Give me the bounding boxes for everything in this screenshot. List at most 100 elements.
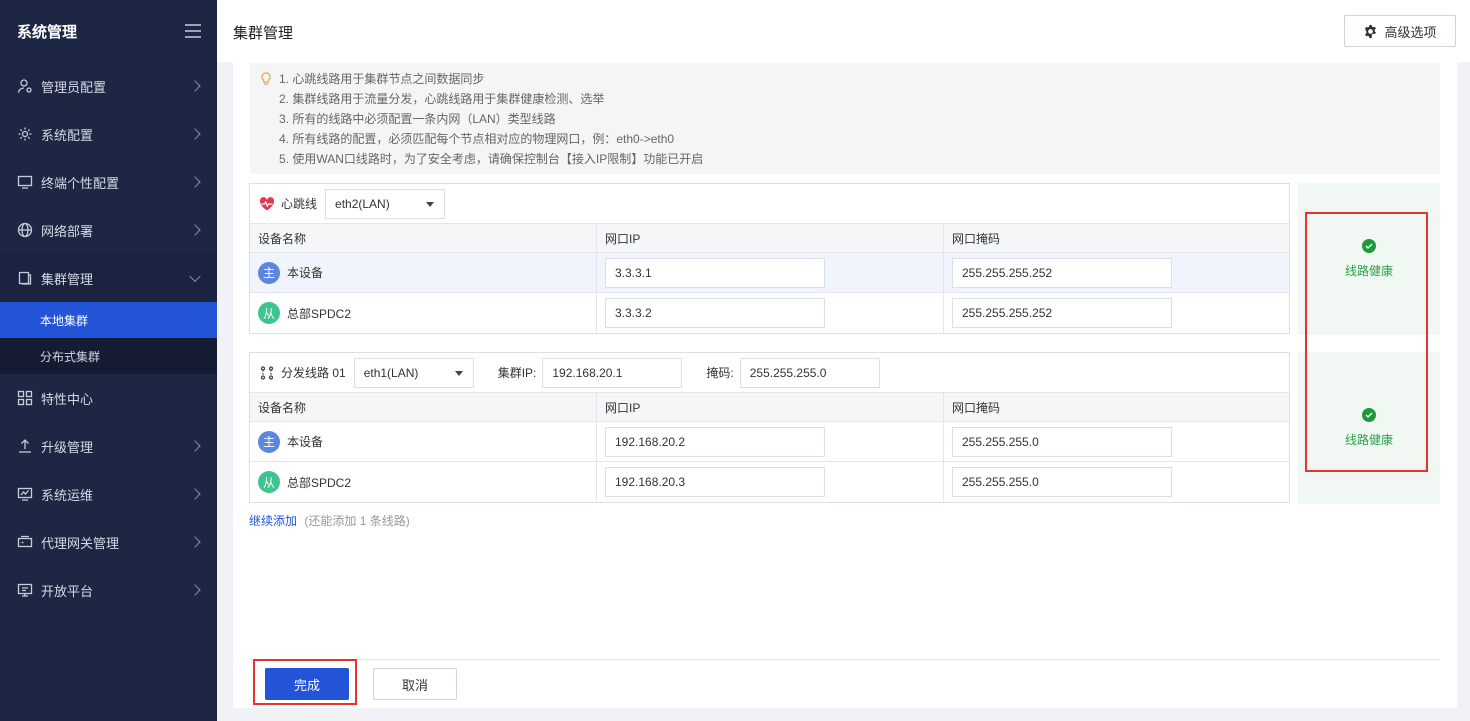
route-icon (260, 365, 274, 380)
cluster-icon (17, 270, 33, 286)
heartbeat-header: 心跳线 eth2(LAN) (250, 184, 1289, 224)
device-name: 总部SPDC2 (287, 475, 352, 490)
highlight-box (1305, 212, 1428, 472)
ip-cell: 3.3.3.1 (597, 253, 944, 292)
chevron-right-icon (189, 176, 201, 188)
ip-cell: 192.168.20.3 (597, 462, 944, 502)
column-header: 网口掩码 (952, 400, 1001, 415)
interface-mask-input[interactable]: 255.255.255.252 (952, 257, 1172, 288)
advanced-options-button[interactable]: 高级选项 (1344, 15, 1456, 47)
sidebar-subitem-distributed-cluster[interactable]: 分布式集群 (0, 338, 217, 374)
done-button[interactable]: 完成 (265, 668, 349, 700)
heartbeat-line-block: 心跳线 eth2(LAN) 设备名称 网口IP 网口掩码 主 本设备 3.3.3… (249, 183, 1290, 334)
mask-cell: 255.255.255.0 (944, 422, 1289, 461)
lightbulb-icon (261, 72, 271, 85)
sidebar-item-label: 集群管理 (41, 271, 94, 287)
interface-ip-input[interactable]: 3.3.3.1 (605, 257, 825, 288)
sidebar-item-terminal-config[interactable]: 终端个性配置 (0, 158, 217, 206)
device-name: 本设备 (287, 266, 324, 280)
sidebar-item-open-platform[interactable]: 开放平台 (0, 566, 217, 614)
sidebar-item-system-config[interactable]: 系统配置 (0, 110, 217, 158)
caret-down-icon (454, 370, 463, 376)
sidebar-item-upgrade[interactable]: 升级管理 (0, 422, 217, 470)
chart-monitor-icon (17, 486, 33, 502)
sidebar-item-ops[interactable]: 系统运维 (0, 470, 217, 518)
tip-item: 4. 所有线路的配置，必须匹配每个节点相对应的物理网口，例：eth0->eth0 (279, 132, 675, 146)
mask-cell: 255.255.255.0 (944, 462, 1289, 502)
heartbeat-icon (259, 196, 275, 210)
sidebar-item-label: 系统配置 (41, 127, 94, 143)
ip-cell: 3.3.3.2 (597, 293, 944, 333)
footer-divider (250, 659, 1440, 660)
user-admin-icon (17, 78, 33, 94)
add-more-row: 继续添加 (还能添加 1 条线路) (249, 512, 410, 529)
collapse-menu-icon[interactable] (185, 24, 201, 38)
chevron-right-icon (189, 80, 201, 92)
column-header: 网口掩码 (952, 231, 1001, 246)
interface-mask-input[interactable]: 255.255.255.0 (952, 467, 1172, 497)
cluster-ip-label: 集群IP: (497, 366, 537, 380)
chevron-right-icon (189, 488, 201, 500)
column-header: 网口IP (597, 393, 944, 421)
page-title: 集群管理 (233, 25, 294, 42)
table-row: 从 总部SPDC2 192.168.20.3 255.255.255.0 (250, 462, 1289, 502)
column-header: 网口IP (597, 224, 944, 252)
ip-cell: 192.168.20.2 (597, 422, 944, 461)
tip-item: 2. 集群线路用于流量分发，心跳线路用于集群健康检测、选举 (279, 92, 605, 106)
sidebar: 系统管理 管理员配置 系统配置 终端个性配置 网络部署 集群管理 本地集群 分布… (0, 0, 217, 721)
tip-item: 5. 使用WAN口线路时，为了安全考虑，请确保控制台【接入IP限制】功能已开启 (279, 152, 704, 166)
advanced-options-label: 高级选项 (1384, 24, 1437, 40)
chevron-right-icon (189, 440, 201, 452)
add-more-link[interactable]: 继续添加 (249, 514, 297, 528)
distribution-header: 分发线路 01 eth1(LAN) 集群IP: 192.168.20.1 掩码:… (250, 353, 1289, 393)
chevron-right-icon (189, 224, 201, 236)
sidebar-item-label: 开放平台 (41, 583, 94, 599)
sidebar-item-network[interactable]: 网络部署 (0, 206, 217, 254)
sidebar-item-admin[interactable]: 管理员配置 (0, 62, 217, 110)
device-cell: 主 本设备 (250, 422, 597, 461)
mask-cell: 255.255.255.252 (944, 293, 1289, 333)
column-header: 设备名称 (250, 224, 597, 252)
cluster-ip-input[interactable]: 192.168.20.1 (542, 357, 683, 388)
interface-mask-input[interactable]: 255.255.255.0 (952, 426, 1172, 457)
sidebar-item-label: 管理员配置 (41, 79, 107, 95)
master-badge: 主 (258, 261, 280, 284)
tip-item: 3. 所有的线路中必须配置一条内网（LAN）类型线路 (279, 112, 556, 126)
monitor-icon (17, 174, 33, 190)
interface-ip-input[interactable]: 192.168.20.3 (605, 467, 825, 497)
device-name: 本设备 (287, 435, 324, 449)
sidebar-item-label: 系统运维 (41, 487, 94, 503)
distribution-interface-select[interactable]: eth1(LAN) (353, 357, 474, 388)
device-cell: 从 总部SPDC2 (250, 293, 597, 333)
sidebar-item-label: 网络部署 (41, 223, 94, 239)
table-header: 设备名称 网口IP 网口掩码 (250, 393, 1289, 422)
sidebar-item-features[interactable]: 特性中心 (0, 374, 217, 422)
tips-panel: 1. 心跳线路用于集群节点之间数据同步 2. 集群线路用于流量分发，心跳线路用于… (250, 63, 1440, 174)
interface-ip-input[interactable]: 192.168.20.2 (605, 426, 825, 457)
table-header: 设备名称 网口IP 网口掩码 (250, 224, 1289, 253)
upload-icon (17, 438, 33, 454)
master-badge: 主 (258, 430, 280, 453)
device-cell: 从 总部SPDC2 (250, 462, 597, 502)
tip-item: 1. 心跳线路用于集群节点之间数据同步 (279, 72, 485, 86)
chevron-right-icon (189, 584, 201, 596)
slave-badge: 从 (258, 471, 280, 493)
sidebar-subitem-local-cluster[interactable]: 本地集群 (0, 302, 217, 338)
distribution-line-block: 分发线路 01 eth1(LAN) 集群IP: 192.168.20.1 掩码:… (249, 352, 1290, 503)
interface-ip-input[interactable]: 3.3.3.2 (605, 298, 825, 328)
main-content: 集群管理 高级选项 1. 心跳线路用于集群节点之间数据同步 2. 集群线路用于流… (217, 0, 1470, 721)
cancel-button[interactable]: 取消 (373, 668, 457, 700)
grid-icon (17, 390, 33, 406)
cluster-mask-input[interactable]: 255.255.255.0 (739, 357, 880, 388)
slave-badge: 从 (258, 302, 280, 324)
table-row: 从 总部SPDC2 3.3.3.2 255.255.255.252 (250, 293, 1289, 333)
interface-mask-input[interactable]: 255.255.255.252 (952, 298, 1172, 328)
sidebar-item-cluster[interactable]: 集群管理 (0, 254, 217, 302)
add-more-hint: (还能添加 1 条线路) (304, 514, 410, 528)
device-name: 总部SPDC2 (287, 306, 352, 321)
heartbeat-interface-select[interactable]: eth2(LAN) (325, 188, 446, 219)
chevron-right-icon (189, 128, 201, 140)
platform-icon (17, 582, 33, 598)
sidebar-header: 系统管理 (0, 0, 217, 62)
sidebar-item-proxy-gateway[interactable]: 代理网关管理 (0, 518, 217, 566)
